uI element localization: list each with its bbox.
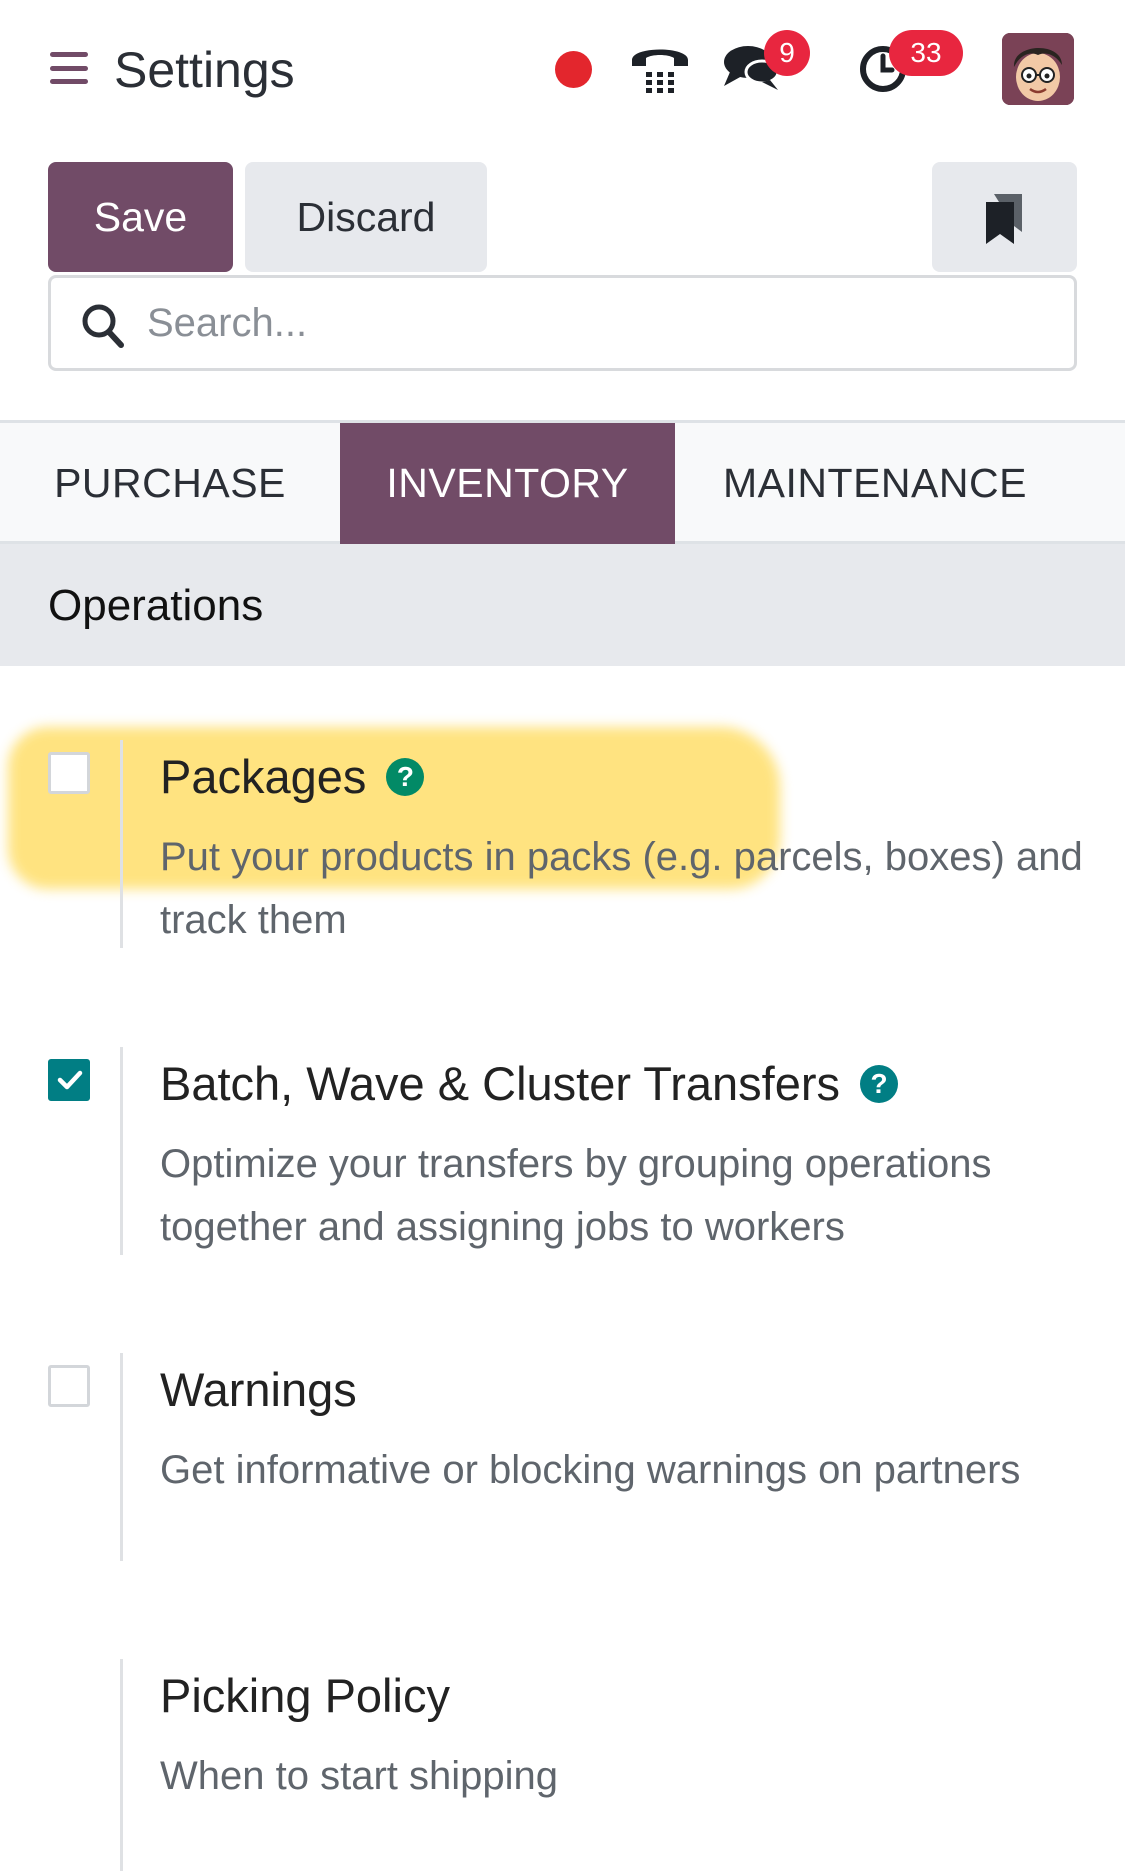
setting-description: Get informative or blocking warnings on … [160, 1448, 1021, 1492]
search-bar [48, 275, 1077, 371]
help-icon[interactable]: ? [386, 757, 425, 796]
tab-maintenance[interactable]: MAINTENANCE [675, 423, 1075, 544]
setting-title: Packages? [160, 749, 425, 805]
section-header: Operations [0, 544, 1125, 666]
settings-tabs: PURCHASE INVENTORY MAINTENANCE [0, 420, 1125, 544]
section-title: Operations [48, 581, 264, 630]
divider-line [120, 740, 123, 948]
help-icon[interactable]: ? [860, 1064, 898, 1103]
setting-title: Picking Policy [160, 1668, 450, 1724]
tab-purchase[interactable]: PURCHASE [0, 423, 340, 544]
bookmark-icon [986, 194, 1022, 244]
warnings-checkbox[interactable] [48, 1365, 90, 1407]
divider-line [120, 1353, 123, 1561]
batch-transfers-checkbox[interactable] [48, 1059, 90, 1101]
avatar[interactable] [1002, 33, 1074, 105]
search-input[interactable] [147, 288, 1047, 358]
checkmark-icon [57, 1070, 83, 1090]
setting-title-text: Batch, Wave & Cluster Transfers [160, 1057, 840, 1110]
packages-checkbox[interactable] [48, 752, 90, 794]
chat-count-badge: 9 [764, 30, 810, 76]
setting-title: Batch, Wave & Cluster Transfers? [160, 1056, 898, 1112]
favorites-button[interactable] [932, 162, 1077, 272]
recording-indicator-icon[interactable] [555, 51, 592, 88]
save-button[interactable]: Save [48, 162, 233, 272]
divider-line [120, 1659, 123, 1871]
discard-button[interactable]: Discard [245, 162, 487, 272]
setting-title-text: Packages [160, 750, 367, 803]
phone-icon[interactable] [628, 40, 692, 96]
top-navbar: Settings 9 33 [0, 0, 1125, 140]
setting-description: Put your products in packs (e.g. parcels… [160, 835, 1083, 942]
setting-title-text: Picking Policy [160, 1669, 450, 1722]
setting-title: Warnings [160, 1362, 357, 1418]
activity-count-badge: 33 [889, 30, 963, 76]
search-icon [82, 304, 124, 348]
tab-inventory[interactable]: INVENTORY [340, 423, 675, 544]
setting-title-text: Warnings [160, 1363, 357, 1416]
setting-description: When to start shipping [160, 1754, 558, 1798]
divider-line [120, 1047, 123, 1255]
setting-description: Optimize your transfers by grouping oper… [160, 1142, 992, 1249]
page-title: Settings [114, 42, 295, 98]
menu-icon[interactable] [50, 52, 88, 84]
